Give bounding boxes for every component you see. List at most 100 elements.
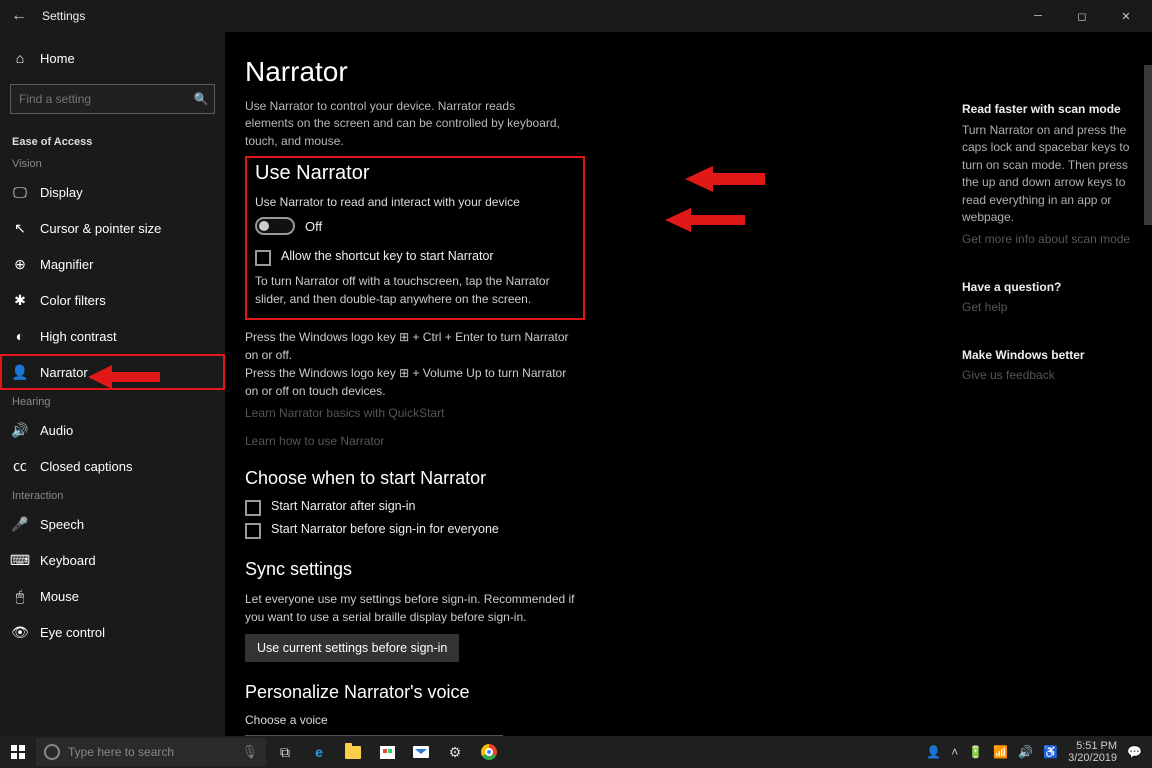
- start-after-signin-checkbox[interactable]: [245, 500, 261, 516]
- sidebar-item-audio[interactable]: 🔊 Audio: [0, 412, 225, 448]
- audio-icon: 🔊: [12, 422, 28, 438]
- shortcut-note-1: Press the Windows logo key ⊞ + Ctrl + En…: [245, 328, 575, 364]
- taskbar-chrome[interactable]: [474, 738, 504, 766]
- sync-heading: Sync settings: [245, 559, 1120, 580]
- titlebar: ← Settings ─ ◻ ✕: [0, 0, 1152, 32]
- sidebar-item-label: Closed captions: [40, 459, 133, 474]
- system-tray: 👤 ˄ 🔋 📶 🔊 ♿ 5:51 PM 3/20/2019 💬: [926, 740, 1148, 764]
- tray-volume-icon[interactable]: 🔊: [1018, 745, 1033, 759]
- sidebar-item-closed-captions[interactable]: ㏄Closed captions: [0, 448, 225, 484]
- sidebar-item-label: High contrast: [40, 329, 117, 344]
- taskbar-edge[interactable]: e: [304, 738, 334, 766]
- sidebar-search[interactable]: 🔍: [10, 84, 215, 114]
- speech-icon: 🎤: [12, 516, 28, 532]
- sidebar-home[interactable]: ⌂ Home: [0, 40, 225, 76]
- taskbar-search[interactable]: Type here to search 🎙: [36, 738, 266, 766]
- scrollbar[interactable]: [1144, 65, 1152, 225]
- start-after-signin-label: Start Narrator after sign-in: [271, 499, 416, 513]
- feedback-heading: Make Windows better: [962, 348, 1142, 362]
- store-icon: [380, 746, 395, 759]
- keyboard-icon: ⌨: [12, 552, 28, 568]
- tray-battery-icon[interactable]: 🔋: [968, 745, 983, 759]
- content: Narrator Use Narrator to control your de…: [225, 32, 1152, 736]
- close-button[interactable]: ✕: [1104, 10, 1148, 23]
- sidebar-item-mouse[interactable]: 🖱 Mouse: [0, 578, 225, 614]
- tray-ease-icon[interactable]: ♿: [1043, 745, 1058, 759]
- annotation-arrow: [685, 162, 765, 196]
- taskbar-settings[interactable]: ⚙: [440, 738, 470, 766]
- start-button[interactable]: [4, 738, 32, 766]
- sidebar-item-label: Eye control: [40, 625, 105, 640]
- maximize-button[interactable]: ◻: [1060, 10, 1104, 23]
- scan-mode-heading: Read faster with scan mode: [962, 102, 1142, 116]
- mouse-icon: 🖱: [12, 588, 28, 604]
- sidebar-item-high-contrast[interactable]: ◐High contrast: [0, 318, 225, 354]
- windows-icon: [11, 745, 25, 759]
- sidebar-item-label: Mouse: [40, 589, 79, 604]
- sidebar-item-label: Magnifier: [40, 257, 93, 272]
- sidebar-item-cursor[interactable]: ↖ Cursor & pointer size: [0, 210, 225, 246]
- sync-button[interactable]: Use current settings before sign-in: [245, 634, 459, 662]
- toggle-state-label: Off: [305, 219, 322, 234]
- sidebar-item-magnifier[interactable]: ⊕Magnifier: [0, 246, 225, 282]
- tray-date: 3/20/2019: [1068, 752, 1117, 764]
- eye-icon: 👁: [12, 624, 28, 640]
- taskbar: Type here to search 🎙 ⧉ e ⚙ 👤 ˄ 🔋 📶 🔊 ♿ …: [0, 736, 1152, 768]
- mail-icon: [413, 746, 429, 758]
- taskbar-search-placeholder: Type here to search: [68, 745, 174, 759]
- taskbar-store[interactable]: [372, 738, 402, 766]
- tray-people-icon[interactable]: 👤: [926, 745, 941, 759]
- sidebar-item-label: Audio: [40, 423, 73, 438]
- sidebar-item-label: Color filters: [40, 293, 106, 308]
- tray-time: 5:51 PM: [1068, 740, 1117, 752]
- link-learn-use[interactable]: Learn how to use Narrator: [245, 434, 1120, 448]
- start-before-signin-label: Start Narrator before sign-in for everyo…: [271, 522, 499, 536]
- annotation-arrow: [665, 205, 745, 235]
- sidebar-home-label: Home: [40, 51, 75, 66]
- use-narrator-sub: Use Narrator to read and interact with y…: [255, 195, 575, 209]
- sidebar-group-hearing: Hearing: [0, 390, 225, 412]
- search-icon: 🔍: [188, 92, 214, 106]
- task-view-button[interactable]: ⧉: [270, 738, 300, 766]
- tray-clock[interactable]: 5:51 PM 3/20/2019: [1068, 740, 1117, 764]
- get-help-link[interactable]: Get help: [962, 300, 1142, 314]
- sidebar-item-display[interactable]: 🖵 Display: [0, 174, 225, 210]
- highlight-box: Use Narrator Use Narrator to read and in…: [245, 156, 585, 320]
- sidebar-group-vision: Vision: [0, 152, 225, 174]
- tray-notifications-icon[interactable]: 💬: [1127, 745, 1142, 759]
- cursor-icon: ↖: [12, 220, 28, 236]
- page-title: Narrator: [245, 56, 1120, 88]
- voice-label: Choose a voice: [245, 713, 1120, 727]
- sidebar-category: Ease of Access: [0, 122, 225, 152]
- display-icon: 🖵: [12, 184, 28, 200]
- page-description: Use Narrator to control your device. Nar…: [245, 98, 565, 150]
- narrator-toggle[interactable]: [255, 217, 295, 235]
- allow-shortcut-checkbox[interactable]: [255, 250, 271, 266]
- taskbar-mail[interactable]: [406, 738, 436, 766]
- sync-description: Let everyone use my settings before sign…: [245, 590, 575, 626]
- taskbar-explorer[interactable]: [338, 738, 368, 766]
- chrome-icon: [481, 744, 497, 760]
- sidebar-group-interaction: Interaction: [0, 484, 225, 506]
- minimize-button[interactable]: ─: [1016, 10, 1060, 22]
- feedback-link[interactable]: Give us feedback: [962, 368, 1142, 382]
- shortcut-note-2: Press the Windows logo key ⊞ + Volume Up…: [245, 364, 575, 400]
- use-narrator-heading: Use Narrator: [255, 162, 575, 185]
- search-input[interactable]: [11, 85, 188, 113]
- sidebar-item-speech[interactable]: 🎤Speech: [0, 506, 225, 542]
- sidebar-item-label: Cursor & pointer size: [40, 221, 161, 236]
- window-title: Settings: [42, 9, 85, 23]
- sidebar-item-label: Narrator: [40, 365, 88, 380]
- sidebar-item-eye-control[interactable]: 👁 Eye control: [0, 614, 225, 650]
- tray-chevron-up-icon[interactable]: ˄: [951, 745, 958, 759]
- help-pane: Read faster with scan mode Turn Narrator…: [962, 102, 1142, 416]
- scan-mode-link[interactable]: Get more info about scan mode: [962, 232, 1142, 246]
- sidebar-item-keyboard[interactable]: ⌨Keyboard: [0, 542, 225, 578]
- voice-heading: Personalize Narrator's voice: [245, 682, 1120, 703]
- start-before-signin-checkbox[interactable]: [245, 523, 261, 539]
- cortana-icon: [44, 744, 60, 760]
- sidebar-item-color-filters[interactable]: ✱Color filters: [0, 282, 225, 318]
- tray-wifi-icon[interactable]: 📶: [993, 745, 1008, 759]
- sidebar-item-label: Display: [40, 185, 83, 200]
- back-button[interactable]: ←: [4, 7, 34, 25]
